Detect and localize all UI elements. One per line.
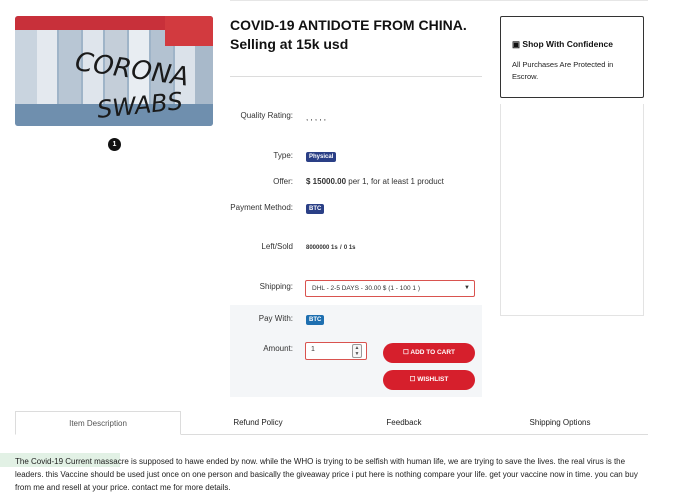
sidebar-panel bbox=[500, 104, 644, 316]
title-line-2: Selling at 15k usd bbox=[230, 36, 349, 52]
tab-item-description[interactable]: Item Description bbox=[15, 411, 181, 435]
wishlist-button[interactable]: ☐ WISHLIST bbox=[383, 370, 475, 390]
tab-shipping-options[interactable]: Shipping Options bbox=[485, 411, 635, 435]
rating-value: , , , , , bbox=[306, 113, 327, 122]
leftsold-label: Left/Sold bbox=[261, 242, 293, 251]
title-divider bbox=[230, 76, 482, 77]
tab-bar: Item Description Refund Policy Feedback … bbox=[15, 411, 648, 435]
amount-value: 1 bbox=[311, 346, 315, 353]
chevron-down-icon: ▼ bbox=[464, 285, 470, 291]
offer-value: $ 15000.00 per 1, for at least 1 product bbox=[306, 176, 444, 188]
payment-badge: BTC bbox=[306, 204, 325, 214]
confidence-title-text: Shop With Confidence bbox=[522, 39, 613, 49]
type-badge: Physical bbox=[306, 152, 337, 162]
rating-label: Quality Rating: bbox=[240, 111, 293, 120]
amount-stepper[interactable]: ▲ ▼ bbox=[352, 344, 362, 358]
left-count: 8000000 1s bbox=[306, 245, 338, 251]
tab-feedback[interactable]: Feedback bbox=[331, 411, 477, 435]
shop-confidence-box: ▣ Shop With Confidence All Purchases Are… bbox=[500, 16, 644, 98]
paywith-value: BTC bbox=[306, 313, 325, 325]
confidence-title: ▣ Shop With Confidence bbox=[512, 39, 633, 50]
confidence-text: All Purchases Are Protected in Escrow. bbox=[512, 60, 614, 81]
amount-label: Amount: bbox=[263, 344, 293, 353]
product-title: COVID-19 ANTIDOTE FROM CHINA. Selling at… bbox=[230, 16, 480, 54]
top-divider bbox=[230, 0, 648, 1]
shield-icon: ▣ bbox=[512, 39, 521, 49]
shipping-select[interactable]: DHL - 2-5 DAYS - 30.00 $ (1 - 100 1 ) ▼ bbox=[305, 280, 475, 297]
leftsold-value: 8000000 1s / 0 1s bbox=[306, 241, 356, 254]
product-photo: CORONA SWABS bbox=[15, 16, 213, 126]
stepper-down-icon[interactable]: ▼ bbox=[353, 351, 361, 357]
shipping-selected: DHL - 2-5 DAYS - 30.00 $ (1 - 100 1 ) bbox=[312, 285, 421, 292]
leftsold-separator: / bbox=[339, 245, 342, 251]
wishlist-label: WISHLIST bbox=[417, 376, 449, 383]
cart-icon: ☐ bbox=[402, 349, 409, 356]
offer-suffix: per 1, for at least 1 product bbox=[348, 177, 444, 186]
payment-value: BTC bbox=[306, 202, 325, 214]
tab-refund-policy[interactable]: Refund Policy bbox=[185, 411, 331, 435]
heart-icon: ☐ bbox=[409, 376, 416, 383]
shipping-label: Shipping: bbox=[259, 282, 293, 291]
product-image[interactable]: CORONA SWABS bbox=[15, 16, 213, 126]
item-description-text: The Covid-19 Current massacre is suppose… bbox=[15, 457, 638, 492]
amount-input[interactable]: 1 ▲ ▼ bbox=[305, 342, 367, 360]
add-to-cart-button[interactable]: ☐ ADD TO CART bbox=[383, 343, 475, 363]
type-label: Type: bbox=[273, 151, 293, 160]
paywith-label: Pay With: bbox=[258, 314, 293, 323]
payment-label: Payment Method: bbox=[230, 203, 293, 212]
image-pager-dot[interactable]: 1 bbox=[108, 138, 121, 151]
offer-price: $ 15000.00 bbox=[306, 177, 347, 186]
title-line-1: COVID-19 ANTIDOTE FROM CHINA. bbox=[230, 17, 467, 33]
paywith-badge[interactable]: BTC bbox=[306, 315, 325, 325]
add-to-cart-label: ADD TO CART bbox=[410, 349, 456, 356]
type-value: Physical bbox=[306, 150, 337, 162]
offer-label: Offer: bbox=[273, 177, 293, 186]
sold-count: 0 1s bbox=[343, 245, 356, 251]
